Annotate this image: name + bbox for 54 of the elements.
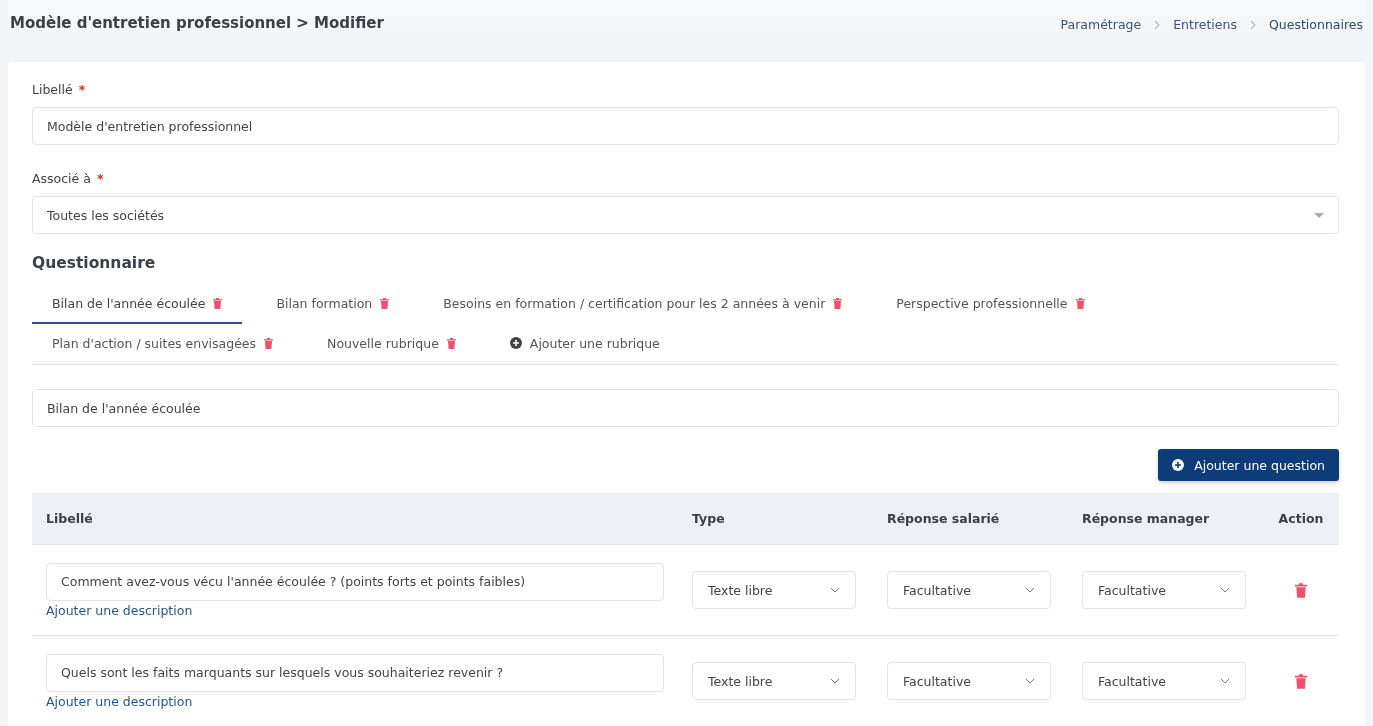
- chevron-down-icon: [1025, 678, 1035, 684]
- add-description-link[interactable]: Ajouter une description: [46, 693, 193, 709]
- chevron-right-icon: [1248, 19, 1257, 30]
- question-input[interactable]: Comment avez-vous vécu l'année écoulée ? (points forts et points faibles): [46, 562, 664, 601]
- trash-icon[interactable]: [380, 297, 390, 309]
- required-asterisk: *: [96, 171, 104, 186]
- input-field[interactable]: Modèle d'entretien professionnel: [32, 107, 1339, 145]
- trash-icon[interactable]: [213, 297, 223, 309]
- add-question-button[interactable]: Ajouter une question: [1158, 449, 1339, 481]
- question-input[interactable]: Quels sont les faits marquants sur lesquels vous souhaiteriez revenir ?: [46, 653, 664, 692]
- trash-icon[interactable]: [1075, 297, 1085, 309]
- plus-circle-icon: [509, 337, 522, 349]
- select-field[interactable]: Facultative: [887, 571, 1051, 609]
- column-header: Type: [678, 493, 873, 545]
- chevron-down-icon: [1220, 587, 1230, 593]
- trash-icon[interactable]: [1295, 673, 1307, 689]
- section-tab[interactable]: Plan d'action / suites envisagées: [32, 324, 294, 364]
- section-tab[interactable]: Bilan formation: [256, 284, 410, 324]
- chevron-down-icon: [830, 587, 840, 593]
- section-tab[interactable]: Bilan de l'année écoulée: [32, 284, 243, 324]
- column-header: Réponse salarié: [873, 493, 1068, 545]
- section-tab[interactable]: Nouvelle rubrique: [307, 324, 476, 364]
- column-header: Réponse manager: [1068, 493, 1263, 545]
- caret-down-icon: [1314, 212, 1324, 218]
- chevron-down-icon: [830, 678, 840, 684]
- field-label: Libellé: [32, 82, 73, 97]
- breadcrumb-link[interactable]: Questionnaires: [1268, 17, 1363, 32]
- trash-icon[interactable]: [833, 297, 843, 309]
- breadcrumb-link[interactable]: Paramétrage: [1060, 17, 1142, 32]
- page-title: Modèle d'entretien professionnel > Modifier: [10, 14, 384, 32]
- plus-circle-icon: [1172, 459, 1185, 471]
- field-label: Associé à: [32, 171, 91, 186]
- select-field[interactable]: Texte libre: [692, 571, 856, 609]
- trash-icon[interactable]: [446, 337, 456, 349]
- select-field[interactable]: Toutes les sociétés: [32, 196, 1339, 234]
- add-section-tab[interactable]: Ajouter une rubrique: [489, 324, 680, 364]
- chevron-down-icon: [1220, 678, 1230, 684]
- select-field[interactable]: Facultative: [1082, 571, 1246, 609]
- section-tab[interactable]: Perspective professionnelle: [876, 284, 1105, 324]
- add-description-link[interactable]: Ajouter une description: [46, 602, 193, 618]
- required-asterisk: *: [78, 82, 86, 97]
- section-tab[interactable]: Besoins en formation / certification pour les 2 années à venir: [423, 284, 863, 324]
- column-header: Action: [1263, 493, 1339, 545]
- select-field[interactable]: Facultative: [1082, 662, 1246, 700]
- select-field[interactable]: Texte libre: [692, 662, 856, 700]
- section-title: Questionnaire: [32, 254, 157, 272]
- chevron-right-icon: [1153, 19, 1162, 30]
- trash-icon[interactable]: [264, 337, 274, 349]
- trash-icon[interactable]: [1295, 582, 1307, 598]
- breadcrumb-link[interactable]: Entretiens: [1173, 17, 1237, 32]
- select-field[interactable]: Facultative: [887, 662, 1051, 700]
- input-field[interactable]: Bilan de l'année écoulée: [32, 389, 1339, 427]
- chevron-down-icon: [1025, 587, 1035, 593]
- column-header: Libellé: [32, 493, 678, 545]
